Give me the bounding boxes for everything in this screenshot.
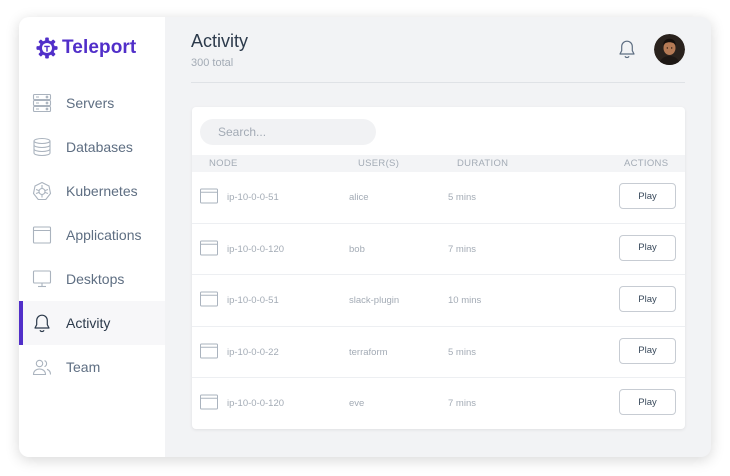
- table-row: ip-10-0-0-120 bob 7 mins Play: [192, 224, 685, 276]
- sidebar-item-databases[interactable]: Databases: [19, 125, 165, 169]
- duration: 5 mins: [448, 192, 476, 203]
- notifications-bell-icon[interactable]: [617, 39, 637, 59]
- sidebar-item-label: Kubernetes: [66, 183, 138, 199]
- terminal-window-icon: [200, 394, 218, 410]
- sidebar-item-label: Desktops: [66, 271, 125, 287]
- sidebar-item-team[interactable]: Team: [19, 345, 165, 389]
- sidebar-item-label: Team: [66, 359, 101, 375]
- desktop-icon: [32, 269, 52, 289]
- users-icon: [32, 357, 52, 377]
- duration: 7 mins: [448, 398, 476, 410]
- page-title: Activity: [191, 31, 249, 51]
- table-row: ip-10-0-0-51 slack-plugin 10 mins Play: [192, 275, 685, 327]
- duration: 10 mins: [448, 295, 482, 307]
- table-row: ip-10-0-0-120 eve 7 mins Play: [192, 378, 685, 430]
- user-name: bob: [349, 243, 365, 255]
- header-divider: [191, 82, 685, 83]
- sidebar-item-kubernetes[interactable]: Kubernetes: [19, 169, 165, 213]
- kubernetes-icon: [32, 181, 52, 201]
- sidebar-item-applications[interactable]: Applications: [19, 213, 165, 257]
- server-icon: [32, 93, 52, 113]
- user-name: slack-plugin: [349, 295, 400, 307]
- play-button[interactable]: Play: [619, 389, 676, 416]
- column-header-actions: ACTIONS: [624, 158, 669, 169]
- sidebar-item-servers[interactable]: Servers: [19, 81, 165, 125]
- node-name: ip-10-0-0-120: [227, 243, 285, 255]
- search-input[interactable]: [200, 119, 376, 145]
- play-button[interactable]: Play: [619, 234, 676, 261]
- sidebar: Teleport Servers Databases Kubernetes Ap…: [19, 17, 165, 457]
- database-icon: [32, 137, 52, 157]
- application-icon: [32, 225, 52, 245]
- sidebar-item-activity[interactable]: Activity: [19, 301, 165, 345]
- bell-icon: [32, 313, 52, 333]
- node-name: ip-10-0-0-51: [227, 192, 279, 203]
- activity-table-card: NODE USER(S) DURATION ACTIONS ip-10-0-0-…: [192, 107, 685, 429]
- user-avatar-icon[interactable]: [654, 34, 685, 65]
- node-name: ip-10-0-0-120: [227, 398, 285, 410]
- brand-name: Teleport: [62, 37, 137, 58]
- duration: 7 mins: [448, 243, 476, 255]
- brand[interactable]: Teleport: [36, 37, 136, 59]
- user-name: eve: [349, 398, 365, 410]
- table-body: ip-10-0-0-51 alice 5 mins Play ip-10-0-0…: [192, 172, 685, 430]
- sidebar-item-label: Servers: [66, 95, 115, 111]
- column-header-node: NODE: [209, 158, 238, 169]
- sidebar-item-desktops[interactable]: Desktops: [19, 257, 165, 301]
- app-window: Teleport Servers Databases Kubernetes Ap…: [19, 17, 711, 457]
- column-header-duration: DURATION: [457, 158, 509, 169]
- play-button[interactable]: Play: [619, 337, 676, 364]
- terminal-window-icon: [200, 240, 218, 256]
- sidebar-item-label: Databases: [66, 139, 133, 155]
- sidebar-nav: Servers Databases Kubernetes Application…: [19, 81, 165, 389]
- terminal-window-icon: [200, 291, 218, 307]
- play-button[interactable]: Play: [619, 286, 676, 313]
- table-header: NODE USER(S) DURATION ACTIONS: [192, 155, 685, 172]
- table-row: ip-10-0-0-51 alice 5 mins Play: [192, 172, 685, 224]
- sidebar-item-label: Activity: [66, 315, 111, 331]
- sidebar-item-label: Applications: [66, 227, 142, 243]
- play-button[interactable]: Play: [619, 183, 676, 209]
- node-name: ip-10-0-0-22: [227, 346, 279, 358]
- terminal-window-icon: [200, 188, 218, 204]
- teleport-logo-icon: [36, 37, 58, 59]
- table-row: ip-10-0-0-22 terraform 5 mins Play: [192, 327, 685, 379]
- total-count: 300 total: [191, 57, 234, 69]
- node-name: ip-10-0-0-51: [227, 295, 279, 307]
- column-header-users: USER(S): [358, 158, 400, 169]
- terminal-window-icon: [200, 343, 218, 359]
- user-name: alice: [349, 192, 369, 203]
- duration: 5 mins: [448, 346, 476, 358]
- main-content: Activity 300 total NODE USER(S): [165, 17, 711, 457]
- user-name: terraform: [349, 346, 388, 358]
